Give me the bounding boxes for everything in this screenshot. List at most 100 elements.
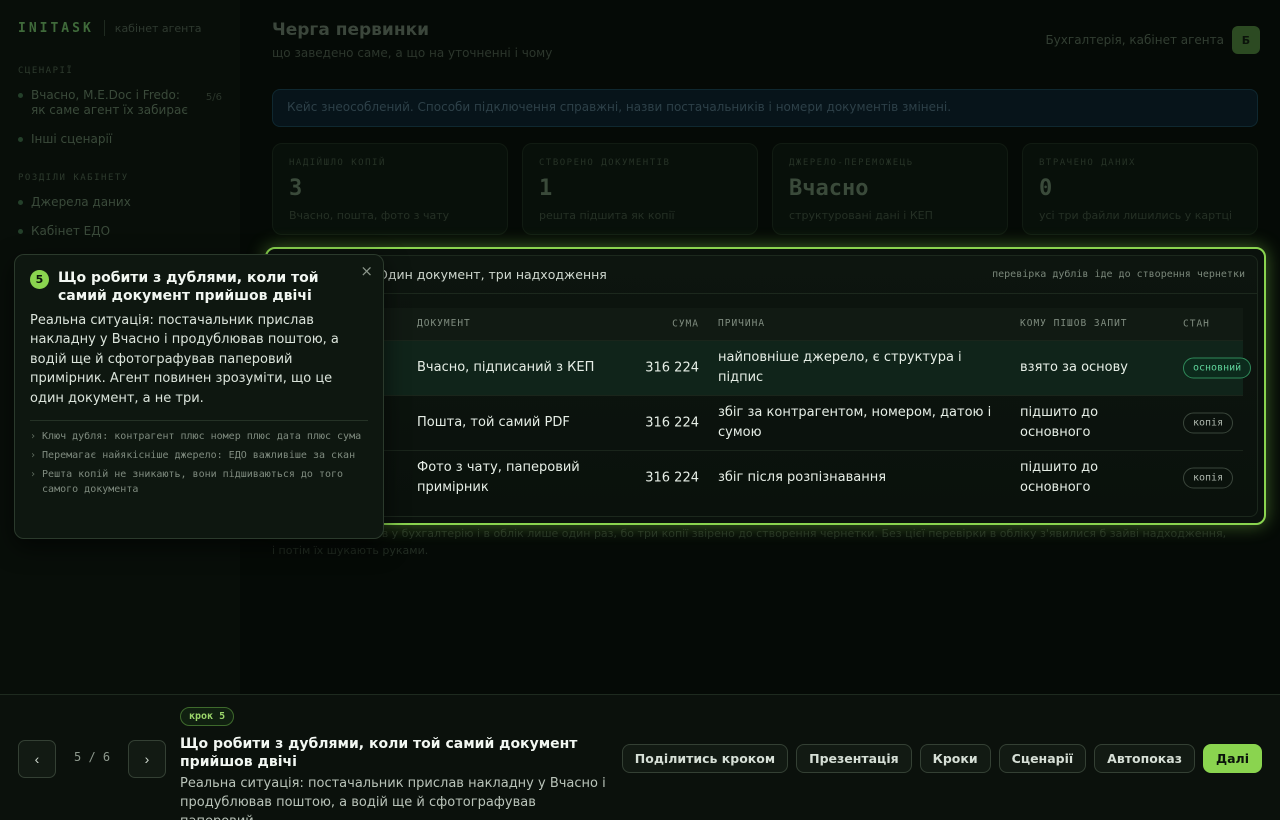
cell-state: копія	[1183, 412, 1234, 434]
sidebar-item-label: Джерела даних	[31, 195, 131, 209]
popover-bullet: › Решта копій не зникають, вони підшиваю…	[30, 467, 368, 497]
bullet-dot-icon	[18, 137, 23, 142]
status-badge: основний	[1183, 357, 1252, 379]
popover-bullet: › Ключ дубля: контрагент плюс номер плюс…	[30, 429, 368, 444]
cell-document: Пошта, той самий PDF	[417, 415, 570, 430]
popover-header: 5 Що робити з дублями, коли той самий до…	[30, 269, 368, 305]
next-button[interactable]: Далі	[1202, 744, 1262, 773]
stats-row: НАДІЙШЛО КОПІЙ 3 Вчасно, пошта, фото з ч…	[272, 143, 1258, 235]
sidebar-item-scenario-current[interactable]: Вчасно, M.E.Doc і Fredo: як саме агент ї…	[18, 88, 222, 118]
column-header-reason: ПРИЧИНА	[718, 318, 766, 329]
cell-recipient: взято за основу	[1020, 360, 1128, 375]
tour-popover: × 5 Що робити з дублями, коли той самий …	[14, 254, 384, 539]
brand-divider	[103, 20, 105, 36]
popover-title: Що робити з дублями, коли той самий доку…	[58, 270, 319, 304]
cell-recipient: підшито до основного	[1020, 405, 1099, 440]
sidebar-item-label: Інші сценарії	[31, 132, 113, 146]
cell-recipient: підшито до основного	[1020, 460, 1099, 495]
autoplay-button[interactable]: Автопоказ	[1094, 744, 1195, 773]
bullet-text: Ключ дубля: контрагент плюс номер плюс д…	[42, 431, 362, 443]
step-title: Що робити з дублями, коли той самий доку…	[180, 736, 578, 770]
close-icon[interactable]: ×	[360, 262, 373, 280]
sidebar-section-office: РОЗДІЛИ КАБІНЕТУ	[18, 173, 129, 183]
stat-value: 1	[539, 176, 553, 201]
bullet-dot-icon	[18, 229, 23, 234]
stat-card: ДЖЕРЕЛО-ПЕРЕМОЖЕЦЬ Вчасно структуровані …	[772, 143, 1008, 235]
bullet-text: Перемагає найякісніше джерело: ЕДО важли…	[42, 450, 356, 462]
sidebar-item-count: 5/6	[205, 92, 222, 103]
brand: INITASK кабінет агента	[18, 20, 222, 36]
table-header: ДОКУМЕНТ СУМА ПРИЧИНА КОМУ ПІШОВ ЗАПИТ С…	[288, 308, 1243, 340]
cell-state: копія	[1183, 467, 1234, 489]
stat-note: Вчасно, пошта, фото з чату	[289, 209, 450, 222]
duplicates-table: ДОКУМЕНТ СУМА ПРИЧИНА КОМУ ПІШОВ ЗАПИТ С…	[274, 308, 1257, 505]
step-pager: 5 / 6	[74, 750, 111, 764]
popover-body: Реальна ситуація: постачальник прислав н…	[30, 313, 339, 406]
table-row[interactable]: Фото з чату, паперовий примірник 316 224…	[288, 450, 1243, 505]
cell-reason: найповніше джерело, є структура і підпис	[718, 350, 962, 385]
table-row[interactable]: Пошта, той самий PDF 316 224 збіг за кон…	[288, 395, 1243, 450]
page-header: Черга первинки що заведено саме, а що на…	[272, 20, 1260, 70]
column-header-recipient: КОМУ ПІШОВ ЗАПИТ	[1020, 318, 1128, 329]
column-header-document: ДОКУМЕНТ	[417, 318, 471, 329]
cell-document: Фото з чату, паперовий примірник	[417, 460, 580, 495]
card-header: Один документ, три надходження перевірка…	[274, 256, 1257, 294]
stat-label: СТВОРЕНО ДОКУМЕНТІВ	[539, 158, 671, 168]
chevron-right-icon: ›	[30, 431, 37, 443]
sidebar-item-label: Вчасно, M.E.Doc і Fredo: як саме агент ї…	[31, 88, 188, 117]
cell-reason: збіг за контрагентом, номером, датою і с…	[718, 405, 992, 440]
column-header-sum: СУМА	[672, 318, 699, 330]
cell-sum: 316 224	[645, 415, 699, 431]
card-footnote: ...рахунок потрапив у бухгалтерію і в об…	[272, 527, 1227, 557]
stat-label: НАДІЙШЛО КОПІЙ	[289, 158, 386, 168]
cell-reason: збіг після розпізнавання	[718, 470, 887, 485]
duplicates-card: Один документ, три надходження перевірка…	[265, 247, 1266, 525]
user-menu[interactable]: Бухгалтерія, кабінет агента Б	[1045, 26, 1260, 54]
card-title: Один документ, три надходження	[378, 267, 607, 282]
chevron-right-icon: ›	[30, 450, 37, 462]
stat-card: НАДІЙШЛО КОПІЙ 3 Вчасно, пошта, фото з ч…	[272, 143, 508, 235]
stat-note: решта підшита як копії	[539, 209, 675, 222]
divider	[30, 420, 368, 422]
cell-sum: 316 224	[645, 360, 699, 376]
brand-subtitle: кабінет агента	[114, 21, 202, 35]
popover-bullet: › Перемагає найякісніше джерело: ЕДО важ…	[30, 448, 368, 463]
share-step-button[interactable]: Поділитись кроком	[621, 744, 789, 773]
stat-value: 3	[289, 176, 303, 201]
brand-logo: INITASK	[18, 20, 94, 36]
sidebar-item-data-sources[interactable]: Джерела даних	[18, 195, 222, 210]
status-badge: копія	[1183, 412, 1234, 434]
avatar[interactable]: Б	[1232, 26, 1260, 54]
presentation-button[interactable]: Презентація	[796, 744, 912, 773]
bullet-text: Решта копій не зникають, вони підшивають…	[42, 469, 344, 496]
step-number-badge: 5	[30, 270, 49, 289]
tour-step-bar: ‹ 5 / 6 › крок 5 Що робити з дублями, ко…	[0, 694, 1280, 820]
stat-card: СТВОРЕНО ДОКУМЕНТІВ 1 решта підшита як к…	[522, 143, 758, 235]
sidebar-item-label: Кабінет ЕДО	[31, 224, 111, 238]
info-banner: Кейс знеособлений. Способи підключення с…	[272, 89, 1258, 127]
steps-button[interactable]: Кроки	[919, 744, 991, 773]
step-description: Реальна ситуація: постачальник прислав н…	[180, 776, 606, 820]
table-row[interactable]: Вчасно, підписаний з КЕП 316 224 найповн…	[288, 340, 1252, 395]
step-badge: крок 5	[180, 707, 235, 726]
stat-label: ДЖЕРЕЛО-ПЕРЕМОЖЕЦЬ	[789, 158, 914, 168]
next-step-arrow-button[interactable]: ›	[128, 740, 166, 778]
stat-label: ВТРАЧЕНО ДАНИХ	[1039, 158, 1136, 168]
stat-note: структуровані дані і КЕП	[789, 209, 933, 222]
card-hint: перевірка дублів іде до створення чернет…	[992, 269, 1245, 280]
cell-sum: 316 224	[645, 470, 699, 486]
stat-card: ВТРАЧЕНО ДАНИХ 0 усі три файли лишились …	[1022, 143, 1258, 235]
column-header-state: СТАН	[1183, 318, 1210, 330]
stat-value: 0	[1039, 176, 1053, 201]
cell-document: Вчасно, підписаний з КЕП	[417, 360, 595, 375]
stat-value: Вчасно	[789, 176, 869, 201]
scenarios-button[interactable]: Сценарії	[998, 744, 1087, 773]
duplicates-card-body: Один документ, три надходження перевірка…	[273, 255, 1258, 517]
sidebar-item-other-scenarios[interactable]: Інші сценарії	[18, 132, 222, 147]
prev-step-button[interactable]: ‹	[18, 740, 56, 778]
status-badge: копія	[1183, 467, 1234, 489]
bullet-dot-icon	[18, 93, 23, 98]
user-role: Бухгалтерія, кабінет агента	[1045, 33, 1224, 47]
sidebar-section-scenarios: СЦЕНАРІЇ	[18, 66, 74, 76]
sidebar-item-edo[interactable]: Кабінет ЕДО	[18, 224, 222, 239]
